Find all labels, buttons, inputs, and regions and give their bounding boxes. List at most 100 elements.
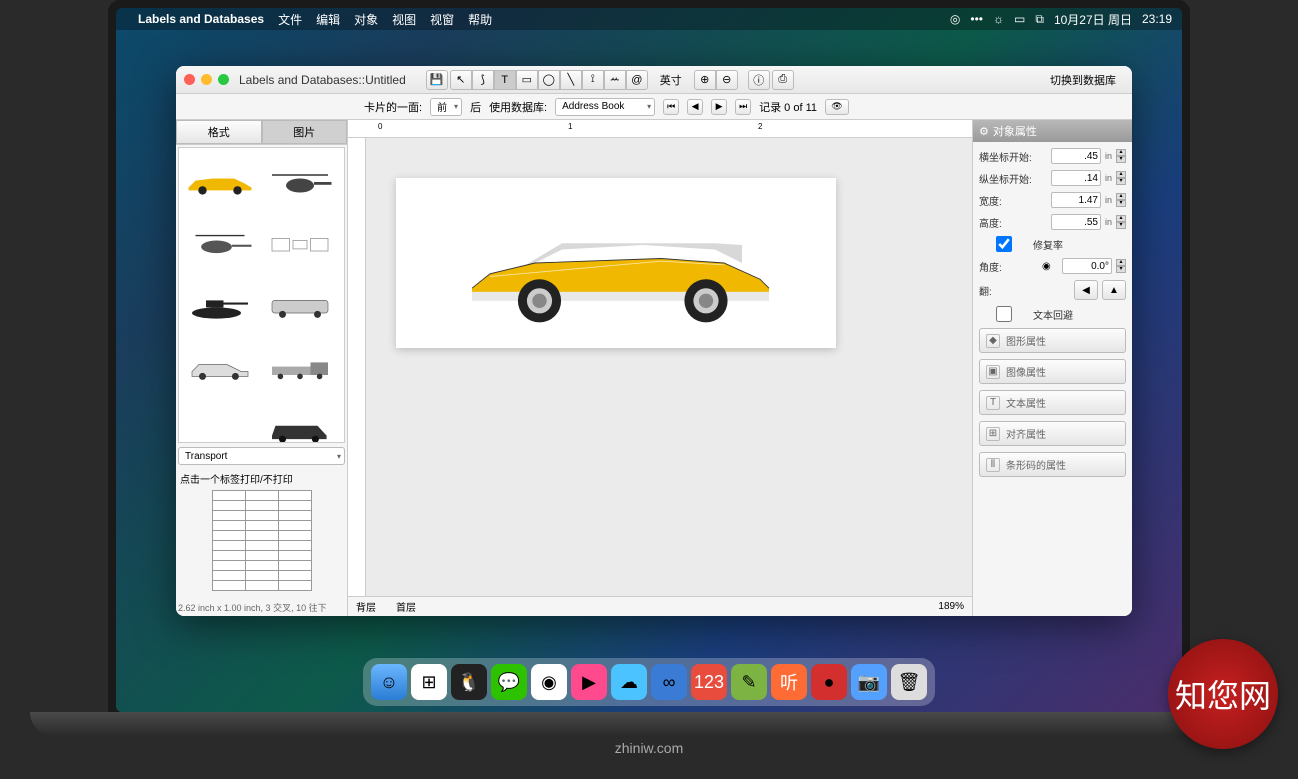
dock-app1[interactable]: ▶ bbox=[571, 664, 607, 700]
menubar-more-icon[interactable]: ••• bbox=[970, 12, 983, 26]
zoom-level[interactable]: 189% bbox=[938, 601, 964, 612]
menubar-brightness-icon[interactable]: ☼ bbox=[993, 12, 1004, 26]
minimize-button[interactable] bbox=[201, 74, 212, 85]
thumb-truck[interactable] bbox=[265, 340, 335, 396]
width-input[interactable] bbox=[1051, 192, 1101, 208]
x-input[interactable] bbox=[1051, 148, 1101, 164]
y-label: 纵坐标开始: bbox=[979, 171, 1047, 186]
y-input[interactable] bbox=[1051, 170, 1101, 186]
next-record-button[interactable]: ▶ bbox=[711, 99, 727, 115]
info-button[interactable]: ⓘ bbox=[748, 70, 770, 90]
thumb-tank[interactable] bbox=[185, 278, 255, 334]
dropper-tool[interactable]: ꕀ bbox=[604, 70, 626, 90]
oval-tool[interactable]: ◯ bbox=[538, 70, 560, 90]
label-card[interactable] bbox=[396, 178, 836, 348]
preview-button[interactable]: 👁 bbox=[825, 99, 849, 115]
image-gallery[interactable] bbox=[178, 147, 345, 443]
text-wrap-checkbox[interactable] bbox=[979, 306, 1029, 322]
thumb-helicopter-2[interactable] bbox=[185, 216, 255, 272]
card-side-label: 卡片的一面: bbox=[364, 99, 422, 115]
canvas[interactable] bbox=[366, 138, 972, 596]
menubar-app-name[interactable]: Labels and Databases bbox=[138, 12, 264, 26]
dock-labels[interactable]: ● bbox=[811, 664, 847, 700]
print-button[interactable]: ⎙ bbox=[772, 70, 794, 90]
menu-window[interactable]: 视窗 bbox=[430, 11, 454, 28]
y-stepper[interactable]: ▴▾ bbox=[1116, 171, 1126, 185]
dock-app2[interactable]: ∞ bbox=[651, 664, 687, 700]
panel-barcode-props[interactable]: ⦀条形码的属性 bbox=[979, 452, 1126, 477]
panel-shape-props[interactable]: ◆图形属性 bbox=[979, 328, 1126, 353]
thumb-suv[interactable] bbox=[265, 402, 335, 443]
panel-image-props[interactable]: ▣图像属性 bbox=[979, 359, 1126, 384]
keep-ratio-checkbox[interactable] bbox=[979, 236, 1029, 252]
switch-to-database[interactable]: 切换到数据库 bbox=[1042, 72, 1124, 88]
dock-qq[interactable]: 🐧 bbox=[451, 664, 487, 700]
thumb-satellite[interactable] bbox=[265, 216, 335, 272]
dock-app3[interactable]: ✎ bbox=[731, 664, 767, 700]
dock-trash[interactable]: 🗑 bbox=[891, 664, 927, 700]
menubar-wifi-icon[interactable]: ⧉ bbox=[1035, 12, 1044, 27]
x-stepper[interactable]: ▴▾ bbox=[1116, 149, 1126, 163]
units-label[interactable]: 英寸 bbox=[650, 72, 692, 88]
thumb-sedan[interactable] bbox=[185, 340, 255, 396]
thumb-helicopter-1[interactable] bbox=[265, 154, 335, 210]
dock-launchpad[interactable]: ⊞ bbox=[411, 664, 447, 700]
dock-123[interactable]: 123 bbox=[691, 664, 727, 700]
angle-dial-icon[interactable]: ◉ bbox=[1042, 261, 1058, 272]
save-button[interactable]: 💾 bbox=[426, 70, 448, 90]
zoom-in-button[interactable]: ⊕ bbox=[694, 70, 716, 90]
close-button[interactable] bbox=[184, 74, 195, 85]
tab-image[interactable]: 图片 bbox=[262, 120, 348, 144]
dock-app4[interactable]: 听 bbox=[771, 664, 807, 700]
tab-format[interactable]: 格式 bbox=[176, 120, 262, 144]
dock-camera[interactable]: 📷 bbox=[851, 664, 887, 700]
angle-stepper[interactable]: ▴▾ bbox=[1116, 259, 1126, 273]
database-select[interactable]: Address Book bbox=[555, 98, 655, 116]
text-tool[interactable]: T bbox=[494, 70, 516, 90]
menubar-date[interactable]: 10月27日 周日 bbox=[1054, 11, 1132, 28]
flip-label: 翻: bbox=[979, 283, 1070, 298]
menu-view[interactable]: 视图 bbox=[392, 11, 416, 28]
label-grid[interactable] bbox=[212, 490, 312, 591]
panel-align-props[interactable]: ⊞对齐属性 bbox=[979, 421, 1126, 446]
category-select[interactable]: Transport bbox=[178, 447, 345, 465]
side-front-select[interactable]: 前 bbox=[430, 98, 462, 116]
height-stepper[interactable]: ▴▾ bbox=[1116, 215, 1126, 229]
menu-object[interactable]: 对象 bbox=[354, 11, 378, 28]
text-icon: T bbox=[986, 396, 1000, 410]
layer-back[interactable]: 背层 bbox=[356, 599, 376, 614]
dock-wechat[interactable]: 💬 bbox=[491, 664, 527, 700]
first-record-button[interactable]: ⏮ bbox=[663, 99, 679, 115]
rect-tool[interactable]: ▭ bbox=[516, 70, 538, 90]
last-record-button[interactable]: ⏭ bbox=[735, 99, 751, 115]
panel-text-props[interactable]: T文本属性 bbox=[979, 390, 1126, 415]
flip-h-button[interactable]: ◀ bbox=[1074, 280, 1098, 300]
prev-record-button[interactable]: ◀ bbox=[687, 99, 703, 115]
menu-edit[interactable]: 编辑 bbox=[316, 11, 340, 28]
menu-file[interactable]: 文件 bbox=[278, 11, 302, 28]
angle-input[interactable] bbox=[1062, 258, 1112, 274]
height-input[interactable] bbox=[1051, 214, 1101, 230]
line-tool[interactable]: ╲ bbox=[560, 70, 582, 90]
ruler-tool[interactable]: ⟟ bbox=[582, 70, 604, 90]
car-image[interactable] bbox=[436, 200, 796, 326]
thumb-van[interactable] bbox=[265, 278, 335, 334]
flip-v-button[interactable]: ▲ bbox=[1102, 280, 1126, 300]
zoom-out-button[interactable]: ⊖ bbox=[716, 70, 738, 90]
dock-chrome[interactable]: ◉ bbox=[531, 664, 567, 700]
pointer-tool[interactable]: ↖ bbox=[450, 70, 472, 90]
dock-finder[interactable]: ☺ bbox=[371, 664, 407, 700]
width-stepper[interactable]: ▴▾ bbox=[1116, 193, 1126, 207]
layer-front[interactable]: 首层 bbox=[396, 599, 416, 614]
thumb-yellow-car[interactable] bbox=[185, 154, 255, 210]
at-tool[interactable]: @ bbox=[626, 70, 648, 90]
menubar-screen-icon[interactable]: ▭ bbox=[1014, 12, 1025, 26]
keep-ratio-label: 修复率 bbox=[1033, 237, 1126, 252]
curve-tool[interactable]: ⟆ bbox=[472, 70, 494, 90]
record-count: 记录 0 of 11 bbox=[759, 99, 817, 115]
menu-help[interactable]: 帮助 bbox=[468, 11, 492, 28]
maximize-button[interactable] bbox=[218, 74, 229, 85]
dock-cloud[interactable]: ☁ bbox=[611, 664, 647, 700]
menubar-time[interactable]: 23:19 bbox=[1142, 12, 1172, 26]
menubar-compass-icon[interactable]: ◎ bbox=[950, 12, 960, 26]
